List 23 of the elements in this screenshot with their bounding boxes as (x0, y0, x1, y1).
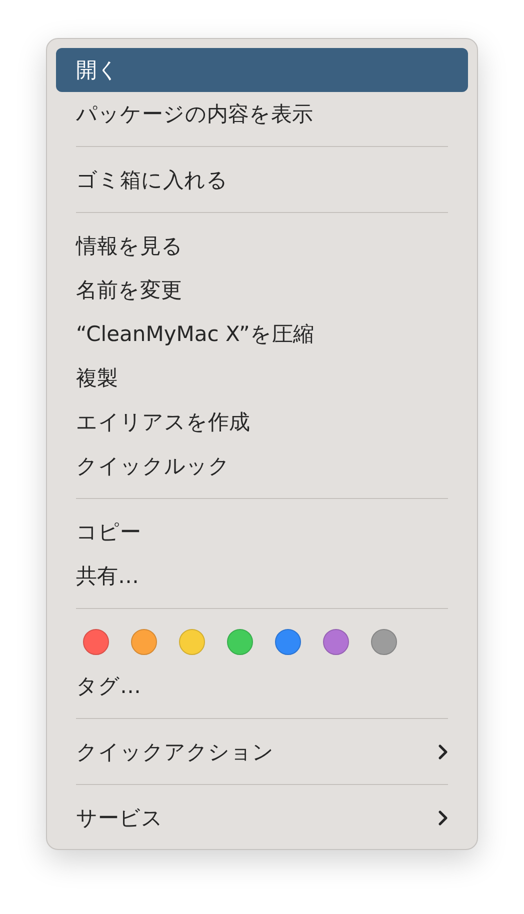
menu-item[interactable]: パッケージの内容を表示 (56, 92, 468, 136)
menu-item[interactable]: クイックルック (56, 444, 468, 488)
tag-color-dot[interactable] (83, 629, 109, 655)
tag-color-dot[interactable] (275, 629, 301, 655)
menu-item[interactable]: 名前を変更 (56, 268, 468, 312)
menu-item[interactable]: サービス (56, 796, 468, 840)
tag-color-dot[interactable] (179, 629, 205, 655)
menu-item[interactable]: 共有… (56, 554, 468, 598)
menu-item[interactable]: クイックアクション (56, 730, 468, 774)
menu-item[interactable]: 情報を見る (56, 224, 468, 268)
tag-color-dot[interactable] (227, 629, 253, 655)
menu-item[interactable]: エイリアスを作成 (56, 400, 468, 444)
menu-item[interactable]: “CleanMyMac X”を圧縮 (56, 312, 468, 356)
menu-item[interactable]: タグ… (56, 664, 468, 708)
tag-color-dot[interactable] (371, 629, 397, 655)
menu-item[interactable]: ゴミ箱に入れる (56, 158, 468, 202)
menu-item[interactable]: 複製 (56, 356, 468, 400)
menu-item[interactable]: コピー (56, 510, 468, 554)
tag-color-dot[interactable] (131, 629, 157, 655)
chevron-right-icon (438, 744, 448, 760)
tag-color-dot[interactable] (323, 629, 349, 655)
menu-item[interactable]: 開く (56, 48, 468, 92)
chevron-right-icon (438, 810, 448, 826)
